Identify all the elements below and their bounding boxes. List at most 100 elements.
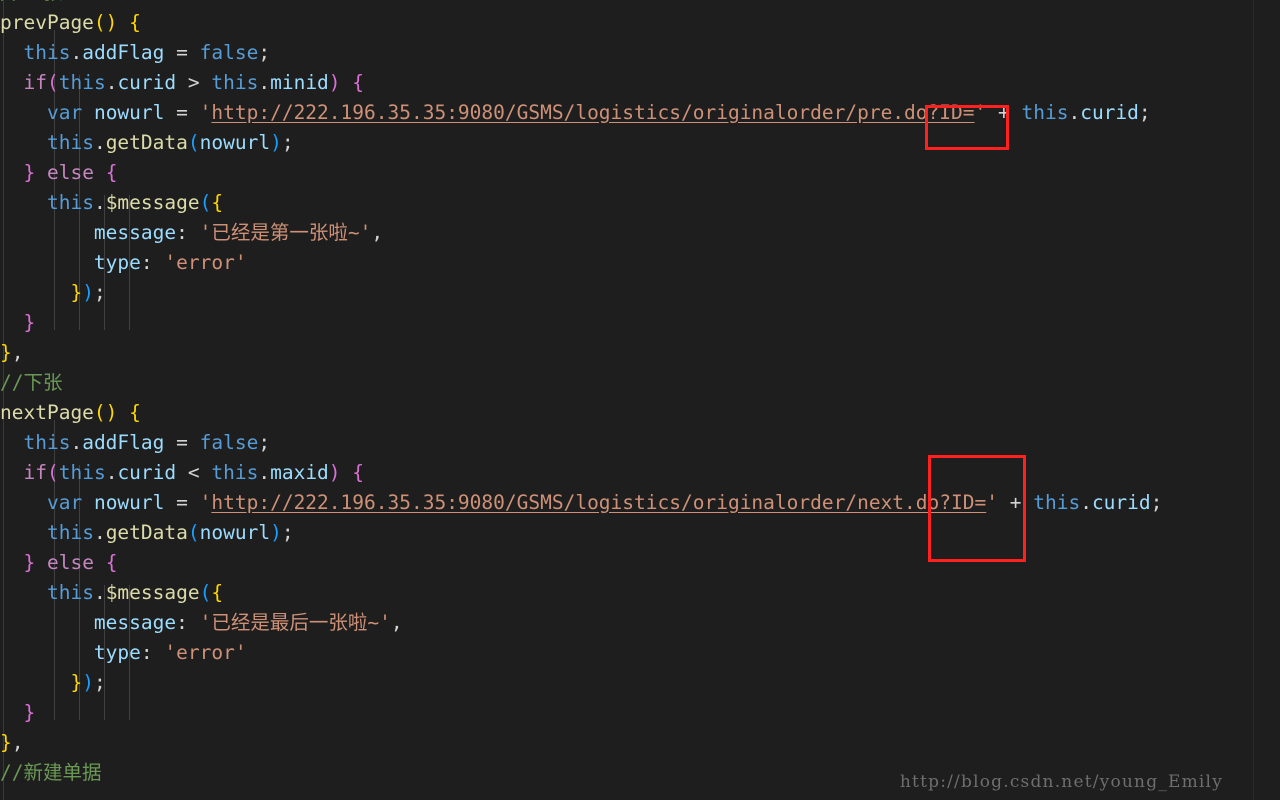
code-token[interactable]: http://222.196.35.35:9080/GSMS/logistics… [211,491,986,514]
code-line[interactable]: this.addFlag = false; [0,428,1253,458]
code-token: ; [258,41,271,64]
code-token: minid [270,71,329,94]
code-token: nowurl [93,101,165,124]
code-token: addFlag [82,41,165,64]
code-token: { [105,551,118,574]
code-line[interactable]: //上张 [0,0,1253,8]
code-line[interactable]: var nowurl = 'http://222.196.35.35:9080/… [0,488,1253,518]
code-token: curid [117,71,177,94]
code-token: ; [1150,491,1163,514]
code-token: . [93,191,106,214]
code-token: ' [199,101,212,124]
code-token: ) [82,281,94,304]
code-token: ( [187,521,200,544]
code-line[interactable]: }); [0,278,1253,308]
code-token: addFlag [82,431,165,454]
code-line[interactable]: if(this.curid < this.maxid) { [0,458,1253,488]
code-token: : [140,641,165,664]
code-line[interactable]: message: '已经是最后一张啦~', [0,608,1253,638]
code-token: this [23,431,71,454]
code-token: //上张 [0,0,62,4]
code-token: { [211,581,224,604]
code-token: , [11,341,24,364]
code-token: 'error' [164,251,247,274]
code-line[interactable]: } else { [0,158,1253,188]
code-token: ) [270,131,282,154]
code-token: } [0,731,12,754]
code-token: curid [1080,101,1139,124]
code-token: } [0,341,12,364]
code-token: { [352,461,365,484]
code-token: $message [105,191,200,214]
code-token: false [199,431,259,454]
code-token: , [390,611,403,634]
code-token: false [199,41,259,64]
code-token: getData [105,131,188,154]
code-line[interactable]: }); [0,668,1253,698]
code-token: } [70,671,83,694]
code-line[interactable]: prevPage() { [0,8,1253,38]
code-token: { [129,11,141,34]
code-editor-viewport[interactable]: //上张prevPage() { this.addFlag = false; i… [0,0,1253,800]
code-token: this [211,461,259,484]
code-token: + [986,101,1022,124]
code-line[interactable]: nextPage() { [0,398,1253,428]
code-line[interactable]: this.getData(nowurl); [0,128,1253,158]
code-line[interactable]: //下张 [0,368,1253,398]
code-token: . [105,461,118,484]
code-content[interactable]: //上张prevPage() { this.addFlag = false; i… [0,0,1253,788]
code-token: { [105,161,118,184]
code-token: prevPage [0,11,94,34]
code-token: var [46,101,83,124]
code-token: = [164,431,200,454]
code-token: : [140,251,165,274]
code-token: ; [281,131,294,154]
code-line[interactable]: this.$message({ [0,578,1253,608]
code-token: ( [93,401,106,424]
code-line[interactable]: type: 'error' [0,638,1253,668]
code-line[interactable]: message: '已经是第一张啦~', [0,218,1253,248]
code-token: nextPage [0,401,94,424]
editor-minimap[interactable] [1253,0,1280,800]
code-line[interactable]: }, [0,728,1253,758]
code-line[interactable]: this.getData(nowurl); [0,518,1253,548]
code-token: . [70,431,83,454]
code-token[interactable]: http://222.196.35.35:9080/GSMS/logistics… [211,101,974,124]
code-line[interactable]: var nowurl = 'http://222.196.35.35:9080/… [0,98,1253,128]
code-token: . [105,71,118,94]
code-token: . [70,41,83,64]
watermark-text: http://blog.csdn.net/young_Emily [899,772,1223,792]
code-line[interactable]: }, [0,338,1253,368]
code-line[interactable]: this.addFlag = false; [0,38,1253,68]
code-line[interactable]: if(this.curid > this.minid) { [0,68,1253,98]
code-line[interactable]: } [0,698,1253,728]
code-token: : [176,611,200,634]
code-token: this [46,131,94,154]
code-line[interactable]: } [0,308,1253,338]
code-token: maxid [270,461,329,484]
code-token: { [352,71,365,94]
code-token: ( [199,581,212,604]
code-line[interactable]: this.$message({ [0,188,1253,218]
code-line[interactable]: } else { [0,548,1253,578]
code-line[interactable]: type: 'error' [0,248,1253,278]
code-token: ) [270,521,282,544]
code-token: } [23,311,36,334]
code-token: $message [105,581,200,604]
code-token: = [164,101,200,124]
code-token: . [258,71,271,94]
code-token: ' [974,101,987,124]
